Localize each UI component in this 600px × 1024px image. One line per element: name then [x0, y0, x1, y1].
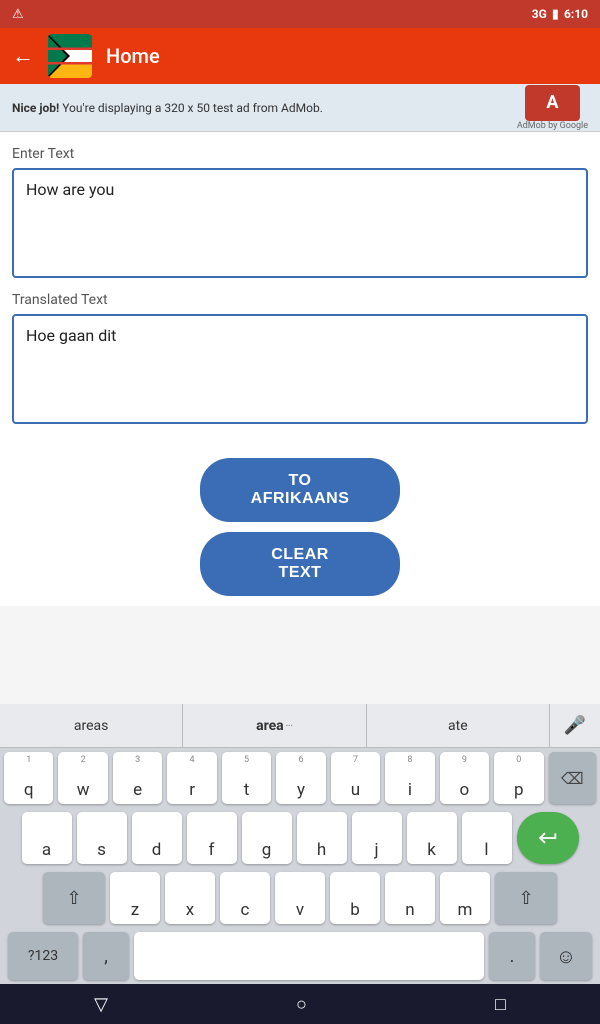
- key-f[interactable]: f: [187, 812, 237, 864]
- nav-home-button[interactable]: ○: [296, 994, 307, 1015]
- key-w[interactable]: 2 w: [58, 752, 107, 804]
- key-o[interactable]: 9 o: [440, 752, 489, 804]
- ad-subtext: AdMob by Google: [517, 121, 588, 131]
- key-g[interactable]: g: [242, 812, 292, 864]
- key-e[interactable]: 3 e: [113, 752, 162, 804]
- key-q[interactable]: 1 q: [4, 752, 53, 804]
- back-button[interactable]: ←: [12, 43, 34, 69]
- numbers-key[interactable]: ?123: [8, 932, 78, 980]
- app-logo: [48, 34, 92, 78]
- suggestion-areas[interactable]: areas: [0, 704, 183, 747]
- space-key[interactable]: [134, 932, 484, 980]
- key-b[interactable]: b: [330, 872, 380, 924]
- shift-left-key[interactable]: ⇧: [43, 872, 105, 924]
- keyboard: areas area ··· ate 🎤 1 q 2 w 3 e 4 r 5 t: [0, 704, 600, 984]
- top-bar: ← Home: [0, 28, 600, 84]
- key-v[interactable]: v: [275, 872, 325, 924]
- alert-icon: ⚠: [12, 7, 24, 22]
- backspace-key[interactable]: ⌫: [549, 752, 596, 804]
- key-n[interactable]: n: [385, 872, 435, 924]
- emoji-key[interactable]: ☺: [540, 932, 592, 980]
- nav-recent-button[interactable]: □: [495, 994, 506, 1015]
- key-row-zxcv: ⇧ z x c v b n m ⇧: [0, 868, 600, 928]
- ad-normal: You're displaying a 320 x 50 test ad fro…: [62, 101, 323, 115]
- key-row-bottom: ?123 , . ☺: [0, 928, 600, 984]
- translated-text-box: Hoe gaan dit: [12, 314, 588, 424]
- key-k[interactable]: k: [407, 812, 457, 864]
- suggestions-row: areas area ··· ate 🎤: [0, 704, 600, 748]
- key-l[interactable]: l: [462, 812, 512, 864]
- ad-banner: Nice job! You're displaying a 320 x 50 t…: [0, 84, 600, 132]
- suggestion-area[interactable]: area ···: [183, 704, 366, 747]
- translated-text-value: Hoe gaan dit: [26, 326, 116, 345]
- enter-key[interactable]: [517, 812, 579, 864]
- key-a[interactable]: a: [22, 812, 72, 864]
- key-d[interactable]: d: [132, 812, 182, 864]
- period-key[interactable]: .: [489, 932, 535, 980]
- home-title: Home: [106, 44, 160, 68]
- signal-text: 3G: [532, 7, 547, 21]
- key-u[interactable]: 7 u: [331, 752, 380, 804]
- admob-logo: A: [525, 85, 580, 121]
- nav-bar: ▽ ○ □: [0, 984, 600, 1024]
- status-bar: ⚠ 3G ▮ 6:10: [0, 0, 600, 28]
- shift-right-key[interactable]: ⇧: [495, 872, 557, 924]
- ad-text: Nice job! You're displaying a 320 x 50 t…: [12, 101, 517, 115]
- time-display: 6:10: [564, 7, 588, 21]
- microphone-icon[interactable]: 🎤: [550, 704, 600, 747]
- suggestion-area-text: area: [256, 718, 284, 734]
- enter-text-label: Enter Text: [12, 146, 588, 162]
- key-m[interactable]: m: [440, 872, 490, 924]
- key-t[interactable]: 5 t: [222, 752, 271, 804]
- comma-key[interactable]: ,: [83, 932, 129, 980]
- key-p[interactable]: 0 p: [494, 752, 543, 804]
- key-z[interactable]: z: [110, 872, 160, 924]
- key-c[interactable]: c: [220, 872, 270, 924]
- enter-icon: [537, 827, 559, 849]
- key-x[interactable]: x: [165, 872, 215, 924]
- input-text-box[interactable]: How are you: [12, 168, 588, 278]
- buttons-area: TO AFRIKAANS CLEAR TEXT: [0, 448, 600, 606]
- ad-bold: Nice job!: [12, 101, 59, 115]
- clear-text-button[interactable]: CLEAR TEXT: [200, 532, 400, 596]
- key-row-qwerty: 1 q 2 w 3 e 4 r 5 t 6 y 7 u 8 i: [0, 748, 600, 808]
- key-i[interactable]: 8 i: [385, 752, 434, 804]
- key-y[interactable]: 6 y: [276, 752, 325, 804]
- key-h[interactable]: h: [297, 812, 347, 864]
- key-s[interactable]: s: [77, 812, 127, 864]
- main-content: Enter Text How are you Translated Text H…: [0, 132, 600, 448]
- key-j[interactable]: j: [352, 812, 402, 864]
- ad-logo-wrap: A AdMob by Google: [517, 85, 588, 131]
- key-row-asdf: a s d f g h j k l: [0, 808, 600, 868]
- battery-icon: ▮: [552, 7, 559, 22]
- key-r[interactable]: 4 r: [167, 752, 216, 804]
- to-afrikaans-button[interactable]: TO AFRIKAANS: [200, 458, 400, 522]
- flag-icon: [48, 34, 92, 78]
- translated-text-label: Translated Text: [12, 292, 588, 308]
- nav-back-button[interactable]: ▽: [94, 994, 108, 1015]
- suggestion-ate[interactable]: ate: [367, 704, 550, 747]
- input-text-value: How are you: [26, 180, 114, 199]
